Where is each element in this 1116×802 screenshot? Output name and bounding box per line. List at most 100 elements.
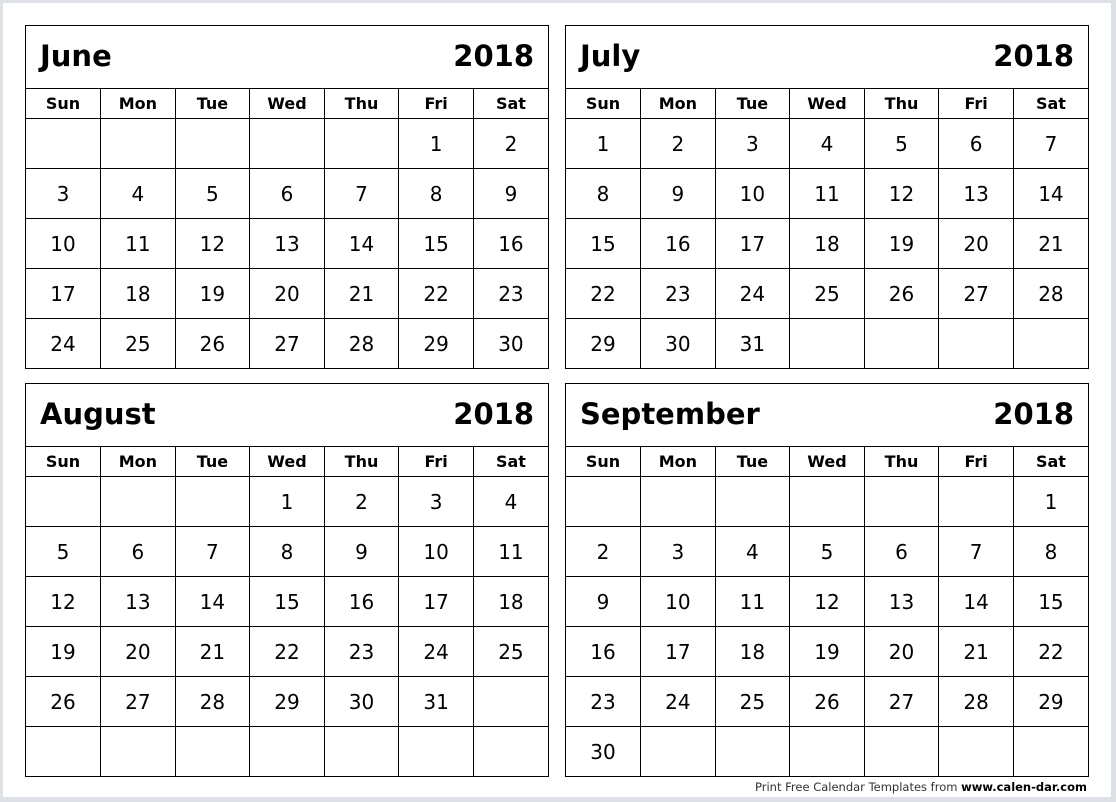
day-cell: 25 [472, 626, 548, 677]
day-cell: 5 [789, 526, 865, 577]
day-cell: 16 [640, 218, 716, 269]
day-cell: 27 [938, 268, 1014, 319]
day-cell: 24 [640, 676, 716, 727]
weekday-row: Sun Mon Tue Wed Thu Fri Sat [566, 447, 1088, 477]
day-cell: 15 [249, 576, 325, 627]
day-cell: 16 [323, 576, 399, 627]
day-cell: 17 [714, 218, 790, 269]
day-cell: 1 [1012, 476, 1088, 527]
calendar-august: August 2018 Sun Mon Tue Wed Thu Fri Sat 1 2 3 4 5 6 7 8 9… [25, 383, 549, 777]
day-cell: 2 [640, 118, 716, 169]
day-cell: 20 [863, 626, 939, 677]
day-cell: 23 [640, 268, 716, 319]
day-cell: 17 [398, 576, 474, 627]
day-cell [640, 726, 716, 776]
footer-link[interactable]: www.calen-dar.com [961, 780, 1087, 794]
day-cell: 14 [1012, 168, 1088, 219]
day-cell: 3 [398, 476, 474, 527]
day-cell: 8 [566, 168, 641, 219]
day-cell [26, 726, 101, 776]
day-cell: 25 [100, 318, 176, 368]
weekday-header: Thu [863, 89, 939, 119]
day-cell [323, 118, 399, 169]
day-cell: 22 [398, 268, 474, 319]
week-row: 22 23 24 25 26 27 28 [566, 268, 1088, 319]
day-cell: 9 [472, 168, 548, 219]
day-cell [566, 476, 641, 527]
day-cell: 6 [249, 168, 325, 219]
day-cell: 4 [100, 168, 176, 219]
weekday-header: Fri [398, 89, 474, 119]
day-cell [863, 726, 939, 776]
day-cell: 11 [789, 168, 865, 219]
day-cell [938, 318, 1014, 368]
day-cell: 31 [398, 676, 474, 727]
day-cell: 18 [714, 626, 790, 677]
week-row: 2345678 [566, 526, 1088, 577]
day-cell: 25 [789, 268, 865, 319]
calendar-september: September 2018 Sun Mon Tue Wed Thu Fri Sat 1 2 3 4 5 6… [565, 383, 1089, 777]
day-cell: 8 [249, 526, 325, 577]
day-cell: 1 [566, 118, 641, 169]
day-cell: 8 [398, 168, 474, 219]
weekday-header: Wed [249, 89, 325, 119]
calendar-june: June 2018 Sun Mon Tue Wed Thu Fri Sat 1 2 3 4 5 6 7 8 9 10… [25, 25, 549, 369]
week-row: 15 16 17 18 19 20 21 [566, 218, 1088, 269]
weekday-header: Mon [100, 89, 176, 119]
day-cell: 3 [714, 118, 790, 169]
weekday-header: Sun [45, 452, 81, 471]
day-cell [938, 726, 1014, 776]
week-row: 9 10 11 12 13 14 15 [566, 576, 1088, 627]
week-row: 23 24 25 26 27 28 29 [566, 676, 1088, 727]
week-row: 1234567 [566, 118, 1088, 169]
day-cell: 15 [1012, 576, 1088, 627]
day-cell: 28 [1012, 268, 1088, 319]
day-cell [938, 476, 1014, 527]
day-cell: 6 [938, 118, 1014, 169]
day-cell: 29 [249, 676, 325, 727]
day-cell [863, 318, 939, 368]
weekday-header: Sun [585, 452, 621, 471]
day-cell: 19 [789, 626, 865, 677]
day-cell [640, 476, 716, 527]
day-cell: 31 [714, 318, 790, 368]
day-cell: 7 [1012, 118, 1088, 169]
day-cell: 15 [398, 218, 474, 269]
day-cell: 12 [174, 218, 250, 269]
day-cell: 27 [100, 676, 176, 727]
day-cell: 9 [566, 576, 641, 627]
weekday-header: Sun [45, 94, 81, 113]
day-cell: 12 [26, 576, 101, 627]
day-cell: 1 [249, 476, 325, 527]
day-cell: 4 [714, 526, 790, 577]
day-cell: 18 [789, 218, 865, 269]
day-cell: 24 [714, 268, 790, 319]
weekday-header: Fri [938, 447, 1014, 477]
day-cell: 5 [863, 118, 939, 169]
week-row: 29 30 31 [566, 318, 1088, 368]
day-cell [249, 118, 325, 169]
day-cell: 30 [566, 726, 641, 776]
day-cell [174, 118, 250, 169]
day-cell: 29 [566, 318, 641, 368]
day-cell: 13 [100, 576, 176, 627]
day-cell [789, 318, 865, 368]
day-cell [789, 726, 865, 776]
week-row: 24 25 26 27 28 29 30 [26, 318, 548, 368]
day-cell: 20 [938, 218, 1014, 269]
weekday-header: Fri [938, 89, 1014, 119]
weekday-header: Wed [249, 447, 325, 477]
day-cell [249, 726, 325, 776]
month-title: July [580, 39, 641, 73]
day-cell [26, 118, 101, 169]
day-cell: 4 [472, 476, 548, 527]
footer-credit: Print Free Calendar Templates from www.c… [755, 780, 1087, 794]
day-cell: 26 [863, 268, 939, 319]
day-cell: 13 [863, 576, 939, 627]
day-cell: 6 [100, 526, 176, 577]
day-cell: 24 [398, 626, 474, 677]
day-cell [789, 476, 865, 527]
day-cell: 9 [323, 526, 399, 577]
day-cell: 7 [323, 168, 399, 219]
day-cell: 11 [714, 576, 790, 627]
